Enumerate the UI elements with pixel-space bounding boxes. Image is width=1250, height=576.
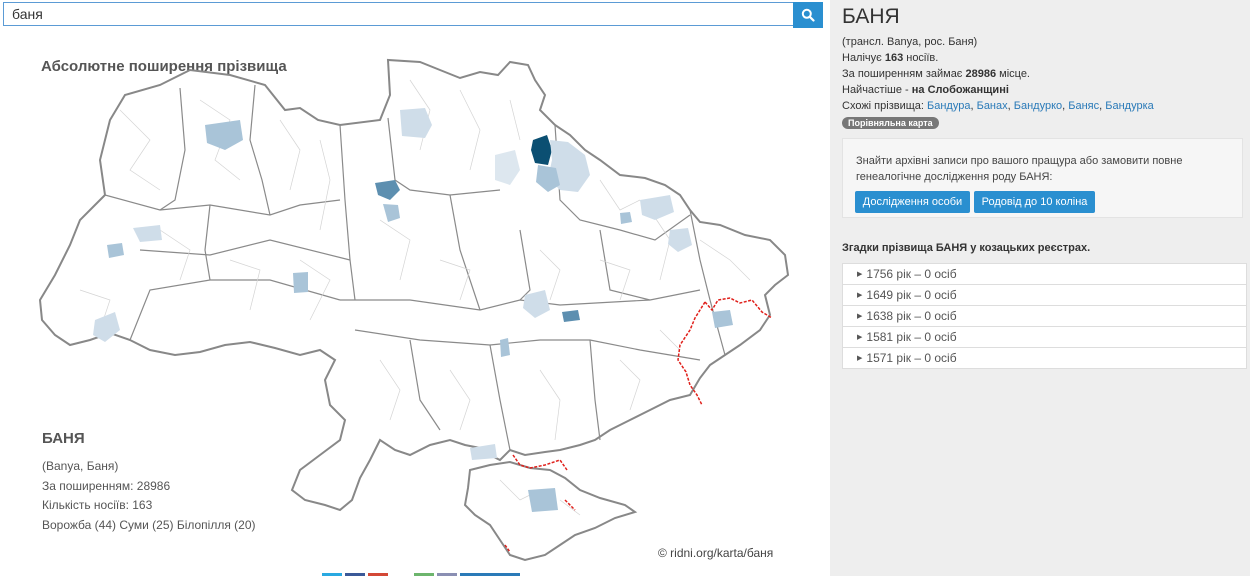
similar-link[interactable]: Бандурко <box>1014 100 1062 112</box>
similar-label: Схожі прізвища: <box>842 100 928 112</box>
map-legend: БАНЯ (Banya, Баня) За поширенням: 28986 … <box>42 430 256 535</box>
registry-row-label: 1571 рік – 0 осіб <box>866 351 957 365</box>
carriers-count: 163 <box>884 52 904 64</box>
compare-map-badge[interactable]: Порівняльна карта <box>842 117 939 129</box>
registry-row[interactable]: ▶ 1756 рік – 0 осіб <box>843 264 1246 285</box>
legend-rank: За поширенням: 28986 <box>42 478 171 493</box>
similar-link[interactable]: Банах <box>977 100 1008 112</box>
registry-list: ▶ 1756 рік – 0 осіб ▶ 1649 рік – 0 осіб ▶ 1… <box>842 263 1247 369</box>
archive-box: Знайти архівні записи про вашого пращура… <box>842 138 1243 218</box>
registry-row-label: 1638 рік – 0 осіб <box>866 309 957 323</box>
search-input[interactable] <box>3 2 793 26</box>
caret-right-icon: ▶ <box>857 355 863 362</box>
registry-row[interactable]: ▶ 1649 рік – 0 осіб <box>843 285 1246 306</box>
legend-count: Кількість носіїв: 163 <box>42 498 153 512</box>
search-bar <box>3 2 823 28</box>
carriers-suffix: носіїв. <box>903 52 939 64</box>
registry-row-label: 1649 рік – 0 осіб <box>866 288 957 302</box>
similar-line: Схожі прізвища: Бандура, Банах, Бандурко… <box>842 100 1154 112</box>
map-panel: Абсолютне поширення прізвища <box>0 0 830 576</box>
crimea-outline <box>463 460 638 562</box>
similar-link[interactable]: Бандура <box>927 100 970 112</box>
lineage-button[interactable]: Родовід до 10 коліна <box>974 191 1095 213</box>
search-button[interactable] <box>793 2 823 28</box>
caret-right-icon: ▶ <box>857 292 863 299</box>
info-panel: БАНЯ (трансл. Banya, рос. Баня) Налічує … <box>830 0 1250 576</box>
rank-line: За поширенням займає 28986 місце. <box>842 68 1030 80</box>
translit-line: (трансл. Banya, рос. Баня) <box>842 36 978 48</box>
archive-text: Знайти архівні записи про вашого пращура… <box>856 155 1183 183</box>
similar-link[interactable]: Бандурка <box>1105 100 1154 112</box>
legend-variants: (Banya, Баня) <box>42 459 119 473</box>
rank-suffix: місце. <box>996 68 1030 80</box>
legend-top-places: Ворожба (44) Суми (25) Білопілля (20) <box>42 517 256 532</box>
registry-row-label: 1756 рік – 0 осіб <box>866 267 957 281</box>
caret-right-icon: ▶ <box>857 313 863 320</box>
region-line: Найчастіше - на Слобожанщині <box>842 84 1009 96</box>
similar-link[interactable]: Баняс <box>1068 100 1099 112</box>
map-copyright: © ridni.org/karta/баня <box>658 546 774 560</box>
person-research-button[interactable]: Дослідження особи <box>855 191 970 213</box>
carriers-prefix: Налічує <box>842 52 885 64</box>
caret-right-icon: ▶ <box>857 271 863 278</box>
registry-row[interactable]: ▶ 1571 рік – 0 осіб <box>843 348 1246 368</box>
registry-row[interactable]: ▶ 1638 рік – 0 осіб <box>843 306 1246 327</box>
registry-row[interactable]: ▶ 1581 рік – 0 осіб <box>843 327 1246 348</box>
search-icon <box>801 8 815 22</box>
carriers-line: Налічує 163 носіїв. <box>842 52 938 64</box>
rank-value: 28986 <box>965 68 997 80</box>
registry-title: Згадки прізвища БАНЯ у козацьких реєстра… <box>842 242 1091 254</box>
legend-name: БАНЯ <box>42 430 85 447</box>
region-prefix: Найчастіше - <box>842 84 912 96</box>
registry-row-label: 1581 рік – 0 осіб <box>866 330 957 344</box>
rank-prefix: За поширенням займає <box>842 68 966 80</box>
surname-title: БАНЯ <box>842 5 900 28</box>
region-value: на Слобожанщині <box>911 84 1009 96</box>
caret-right-icon: ▶ <box>857 334 863 341</box>
